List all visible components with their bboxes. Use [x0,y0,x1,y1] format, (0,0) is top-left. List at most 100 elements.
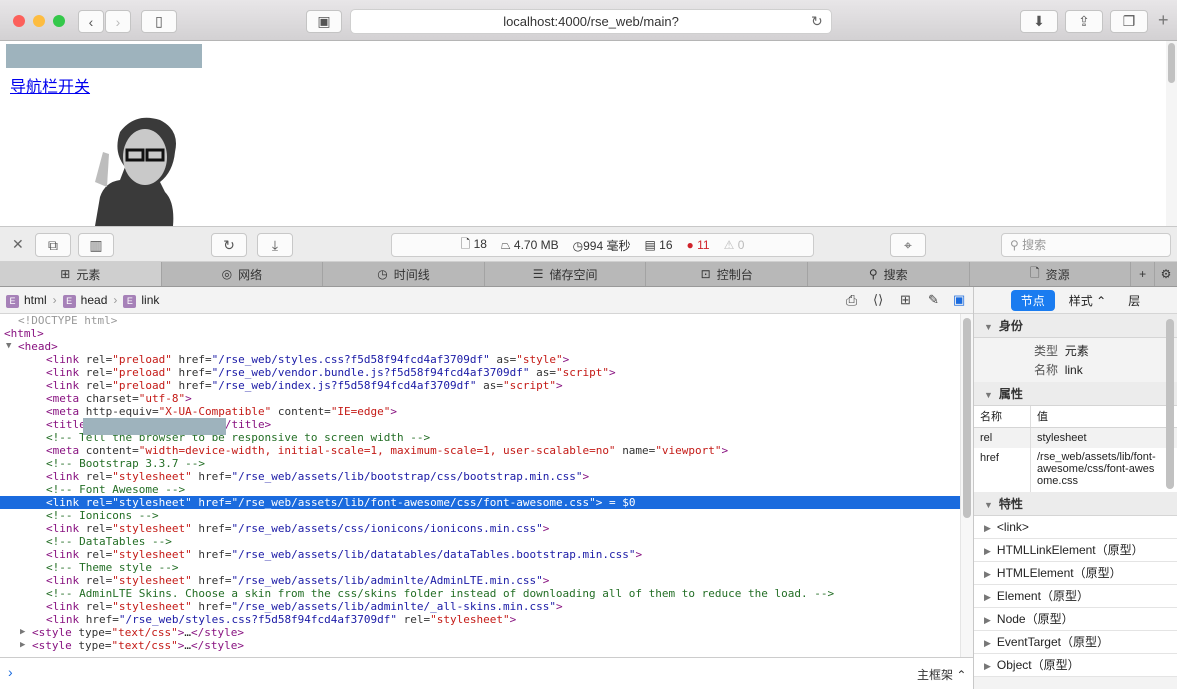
dom-node-line[interactable]: <link rel="stylesheet" href="/rse_web/as… [0,574,960,587]
sidebar-scrollbar[interactable] [1166,319,1174,489]
download-icon[interactable]: ⬇ [1020,10,1058,33]
tab-node[interactable]: 节点 [1010,289,1055,311]
elements-icon: ⊞ [60,267,71,281]
tab-console[interactable]: ⊡ 控制台 [646,262,808,286]
grid-icon[interactable]: ⊞ [900,292,911,308]
download-icon[interactable]: ⤓ [257,233,293,257]
nav-toggle-link[interactable]: 导航栏开关 [10,73,90,97]
tab-elements[interactable]: ⊞ 元素 [0,262,162,286]
dom-node-line[interactable]: <link rel="stylesheet" href="/rse_web/as… [0,496,960,509]
breadcrumb-item-head[interactable]: Ehead [62,293,107,308]
page-stats[interactable]: 🗋 18 ⏢ 4.70 MB ◷994 毫秒 ▤ 16 ● 11 ⚠ 0 [391,233,814,257]
dom-token: content= [85,444,139,457]
property-item[interactable]: ▶ Node（原型） [974,608,1177,631]
dom-node-line[interactable]: <meta content="width=device-width, initi… [0,444,960,457]
dom-token: href= [198,574,232,587]
tab-network[interactable]: ◎ 网络 [162,262,324,286]
dom-node-line[interactable]: ▼<html> [0,327,960,340]
dom-node-line[interactable]: ▼ <head> [0,340,960,353]
disclosure-closed-icon[interactable]: ▶ [20,626,25,639]
dom-node-line[interactable]: <!-- Bootstrap 3.3.7 --> [0,457,960,470]
dom-node-line[interactable]: <!-- Font Awesome --> [0,483,960,496]
sidebar-icon[interactable]: ▯ [141,10,177,33]
dom-node-line[interactable]: <meta charset="utf-8"> [0,392,960,405]
logs-stat[interactable]: ▤ 16 [644,238,672,252]
weight-icon: ⏢ [500,237,511,252]
property-item[interactable]: ▶ <link> [974,516,1177,539]
print-icon[interactable]: ⎙ [846,292,857,309]
gear-icon[interactable]: ⚙ [1155,262,1177,286]
tabs-icon[interactable]: ❐ [1110,10,1148,33]
share-icon[interactable]: ⇪ [1065,10,1103,33]
dom-node-line[interactable]: <meta http-equiv="X-UA-Compatible" conte… [0,405,960,418]
reload-icon[interactable]: ↻ [211,233,247,257]
tab-resources[interactable]: 🗋 资源 [970,262,1132,286]
forward-button[interactable]: › [105,10,131,33]
dock-side-icon[interactable]: ▥ [78,233,114,257]
dom-token: rel= [85,496,113,509]
dom-node-line[interactable]: <!-- AdminLTE Skins. Choose a skin from … [0,587,960,600]
dom-scrollbar[interactable] [960,314,973,657]
breadcrumb-item-link[interactable]: Elink [123,293,159,308]
tab-styles[interactable]: 样式 ⌃ [1069,292,1106,309]
property-item[interactable]: ▶ HTMLLinkElement（原型） [974,539,1177,562]
dom-node-line[interactable]: <link rel="preload" href="/rse_web/index… [0,379,960,392]
sidebar-toggle-icon[interactable]: ▣ [953,292,965,308]
dom-node-line[interactable]: <link rel="stylesheet" href="/rse_web/as… [0,470,960,483]
minimize-window-button[interactable] [33,15,45,27]
page-scrollbar[interactable] [1166,41,1177,226]
dom-node-line[interactable]: ▶ <style type="text/css">…</style> [0,626,960,639]
dom-node-line[interactable]: ▶ <style type="text/css">…</style> [0,639,960,652]
add-tab-icon[interactable]: + [1131,262,1156,286]
attribute-row[interactable]: href/rse_web/assets/lib/font-awesome/css… [974,448,1177,492]
time-stat[interactable]: ◷994 毫秒 [573,237,631,254]
property-item[interactable]: ▶ Object（原型） [974,654,1177,677]
dom-node-line[interactable]: <link href="/rse_web/styles.css?f5d58f94… [0,613,960,626]
dom-node-line[interactable]: <link rel="stylesheet" href="/rse_web/as… [0,522,960,535]
attributes-section-header[interactable]: ▼ 属性 [974,382,1177,406]
devtools-search-input[interactable]: ⚲ 搜索 [1001,233,1171,257]
size-stat[interactable]: ⏢ 4.70 MB [501,238,559,253]
close-window-button[interactable] [13,15,25,27]
property-item[interactable]: ▶ EventTarget（原型） [974,631,1177,654]
errors-stat[interactable]: ● 11 [687,238,710,252]
dom-node-line[interactable]: <link rel="preload" href="/rse_web/vendo… [0,366,960,379]
disclosure-closed-icon: ▶ [984,638,991,648]
dom-node-line[interactable]: <link rel="preload" href="/rse_web/style… [0,353,960,366]
property-item[interactable]: ▶ Element（原型） [974,585,1177,608]
dom-node-line[interactable]: <!-- DataTables --> [0,535,960,548]
property-item[interactable]: ▶ HTMLElement（原型） [974,562,1177,585]
dom-node-line[interactable]: <link rel="stylesheet" href="/rse_web/as… [0,600,960,613]
warnings-stat[interactable]: ⚠ 0 [724,238,745,252]
reload-icon[interactable]: ↻ [811,13,823,30]
properties-section-header[interactable]: ▼ 特性 [974,492,1177,516]
dom-token: name= [622,444,656,457]
disclosure-open-icon[interactable]: ▼ [6,340,11,353]
attribute-row[interactable]: rel stylesheet [974,428,1177,448]
dom-node-line[interactable]: <!-- Ionicons --> [0,509,960,522]
disclosure-closed-icon[interactable]: ▶ [20,639,25,652]
tab-storage[interactable]: ☰ 储存空间 [485,262,647,286]
breadcrumb-item-html[interactable]: Ehtml [6,293,47,308]
reader-icon[interactable]: ▣ [306,10,342,33]
address-bar[interactable]: localhost:4000/rse_web/main? [350,9,832,34]
console-input[interactable]: › 主框架 ⌃ [0,657,973,689]
source-icon[interactable]: ⟨⟩ [873,292,883,308]
tab-timeline[interactable]: ◷ 时间线 [323,262,485,286]
crosshair-icon[interactable]: ⌖ [890,233,926,257]
resources-stat[interactable]: 🗋 18 [461,235,487,256]
dom-node-line[interactable]: <!-- Theme style --> [0,561,960,574]
frame-selector[interactable]: 主框架 ⌃ [917,666,966,683]
undock-icon[interactable]: ⧉ [35,233,71,257]
tab-search[interactable]: ⚲ 搜索 [808,262,970,286]
new-tab-icon[interactable]: + [1158,10,1177,41]
dom-node-line[interactable]: <link rel="stylesheet" href="/rse_web/as… [0,548,960,561]
dom-node-line[interactable]: <!DOCTYPE html> [0,314,960,327]
pencil-icon[interactable]: ✎ [928,292,939,308]
maximize-window-button[interactable] [53,15,65,27]
dom-tree[interactable]: <!DOCTYPE html>▼<html>▼<head><link rel="… [0,314,960,657]
tab-layers[interactable]: 层 [1128,292,1140,309]
identity-section-header[interactable]: ▼ 身份 [974,314,1177,338]
back-button[interactable]: ‹ [78,10,104,33]
close-icon[interactable]: ✕ [12,236,24,253]
